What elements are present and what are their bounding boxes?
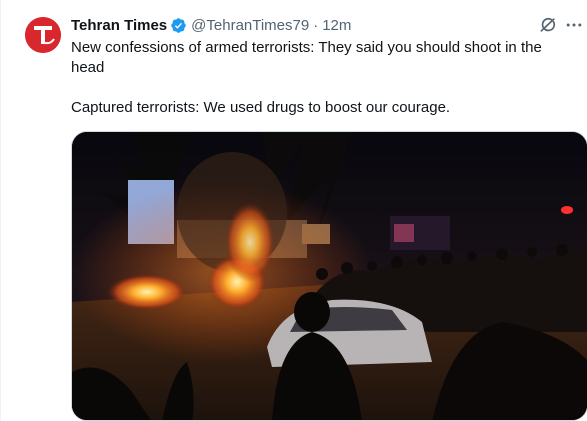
tweet-photo[interactable] (71, 131, 587, 421)
separator-dot: · (313, 16, 319, 34)
tehran-times-logo-icon (25, 17, 61, 53)
tweet-card[interactable]: Tehran Times @TehranTimes79 · 12m New co… (0, 0, 587, 421)
grok-icon[interactable] (538, 15, 558, 35)
protest-fire-photo (72, 132, 587, 420)
tweet-header: Tehran Times @TehranTimes79 · 12m (71, 14, 576, 36)
more-options-icon[interactable] (564, 15, 584, 35)
timestamp-link[interactable]: 12m (322, 17, 351, 34)
author-display-name[interactable]: Tehran Times (71, 17, 167, 34)
verified-badge-icon (171, 17, 186, 33)
tweet-text: New confessions of armed terrorists: The… (71, 39, 542, 116)
author-avatar[interactable] (25, 17, 61, 53)
author-handle[interactable]: @TehranTimes79 (191, 17, 309, 34)
